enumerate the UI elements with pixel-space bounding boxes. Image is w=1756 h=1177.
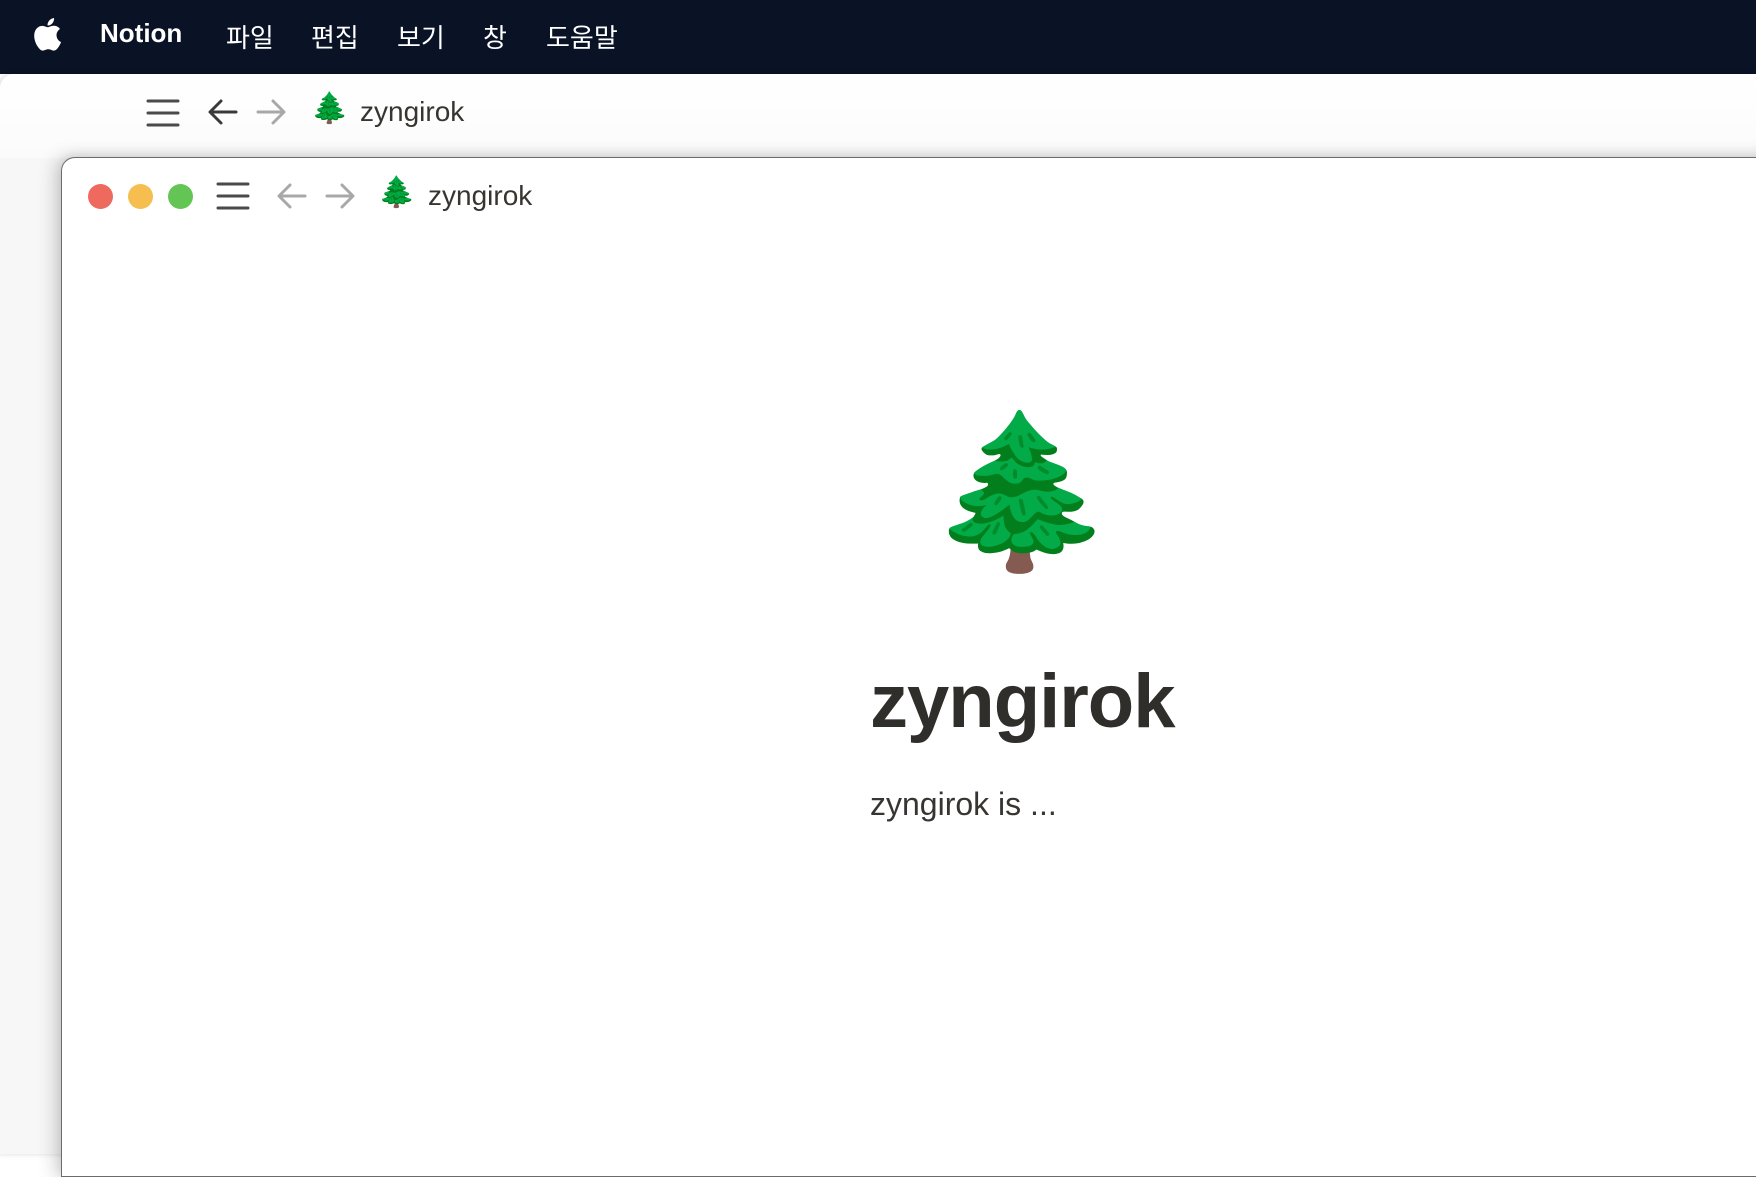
menu-item-view[interactable]: 보기 [397,18,445,55]
page-body-text[interactable]: zyngirok is ... [870,786,1057,823]
arrow-left-icon[interactable] [207,96,239,128]
menu-item-edit[interactable]: 편집 [311,18,359,55]
background-window-toolbar: 🌲 zyngirok [0,74,1756,158]
menu-item-help[interactable]: 도움말 [546,18,618,55]
apple-logo-icon[interactable] [32,16,62,52]
menu-item-window[interactable]: 창 [483,18,507,55]
page-icon[interactable]: 🌲 [928,416,1115,566]
maximize-window-button[interactable] [168,184,193,209]
arrow-right-icon[interactable] [255,96,287,128]
hamburger-menu-icon[interactable] [216,180,250,212]
breadcrumb-page-title[interactable]: zyngirok [428,180,532,212]
breadcrumb-page-title[interactable]: zyngirok [360,96,464,128]
breadcrumb-page-icon: 🌲 [378,176,416,209]
arrow-left-icon[interactable] [276,180,308,212]
hamburger-menu-icon[interactable] [146,96,180,130]
breadcrumb-page-icon: 🌲 [311,92,349,125]
arrow-right-icon[interactable] [324,180,356,212]
menu-bar: Notion 파일 편집 보기 창 도움말 [0,0,1756,74]
menu-app-name[interactable]: Notion [100,18,182,49]
page-title[interactable]: zyngirok [870,658,1175,745]
minimize-window-button[interactable] [128,184,153,209]
foreground-notion-window: 🌲 zyngirok 🌲 zyngirok zyngirok is ... [61,157,1756,1177]
menu-item-file[interactable]: 파일 [226,18,274,55]
close-window-button[interactable] [88,184,113,209]
